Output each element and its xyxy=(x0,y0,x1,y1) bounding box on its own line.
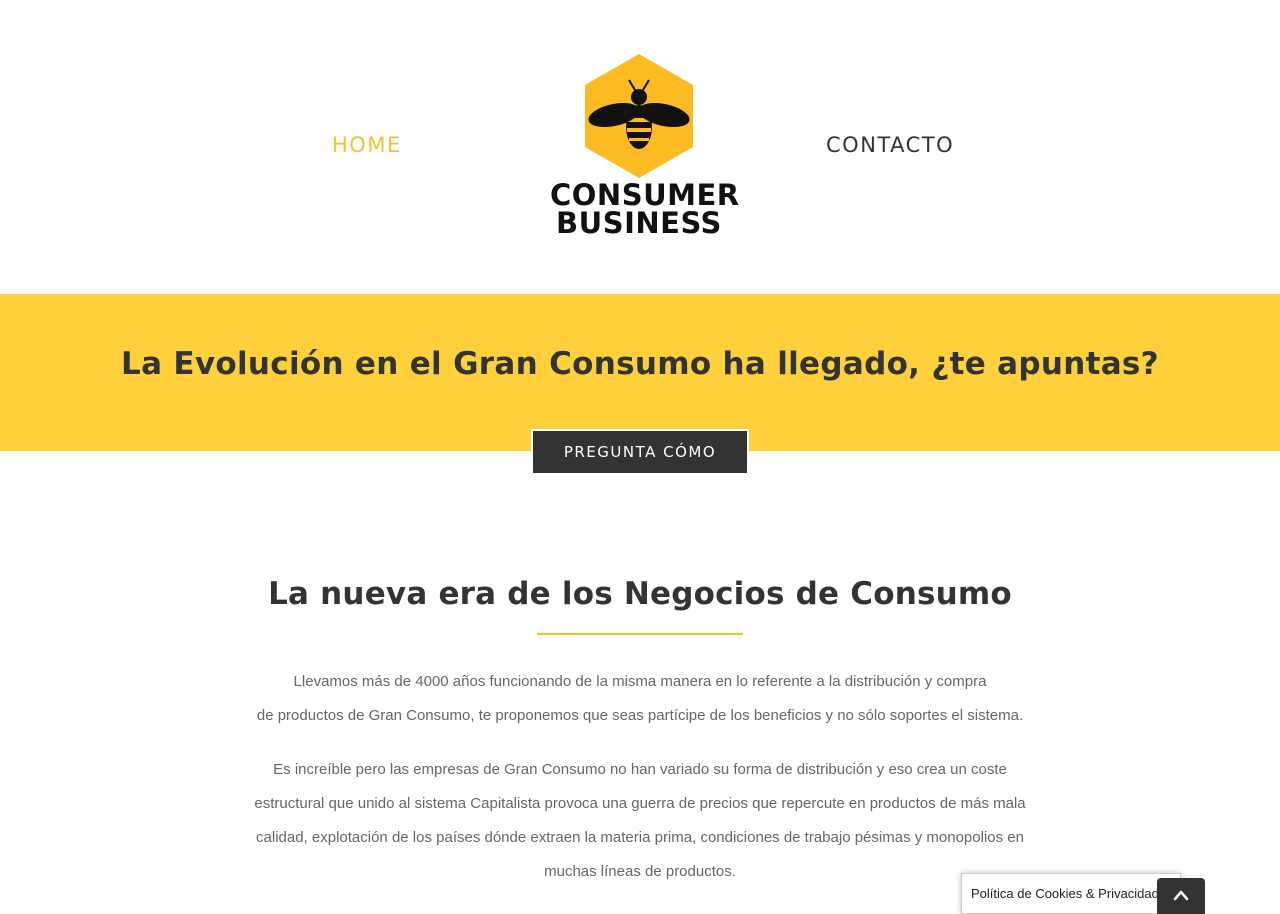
title-divider xyxy=(537,633,743,635)
section-title: La nueva era de los Negocios de Consumo xyxy=(268,576,1012,612)
back-to-top-button[interactable] xyxy=(1157,878,1205,914)
paragraph-line: Es increíble pero las empresas de Gran C… xyxy=(273,761,1007,778)
logo-text-line2: BUSINESS xyxy=(556,206,722,240)
site-logo[interactable]: CONSUMER BUSINESS xyxy=(550,52,739,240)
paragraph-line: estructural que unido al sistema Capital… xyxy=(254,795,1026,812)
nav-contact-link[interactable]: CONTACTO xyxy=(826,133,954,157)
bee-hexagon-icon xyxy=(585,54,693,178)
intro-paragraph-2: Es increíble pero las empresas de Gran C… xyxy=(190,753,1090,889)
paragraph-line: calidad, explotación de los países dónde… xyxy=(256,829,1024,846)
paragraph-line: Llevamos más de 4000 años funcionando de… xyxy=(293,673,987,690)
site-header: HOME CONSUMER BUSINESS CONTACTO xyxy=(0,0,1280,294)
paragraph-line: de productos de Gran Consumo, te propone… xyxy=(256,707,1024,724)
pregunta-como-button[interactable]: PREGUNTA CÓMO xyxy=(531,429,749,475)
banner-title: La Evolución en el Gran Consumo ha llega… xyxy=(121,346,1159,382)
intro-paragraph-1: Llevamos más de 4000 años funcionando de… xyxy=(190,665,1090,733)
cookie-policy-link[interactable]: Política de Cookies & Privacidad xyxy=(961,873,1181,914)
paragraph-line: muchas líneas de productos. xyxy=(544,863,736,880)
chevron-up-icon xyxy=(1173,890,1189,901)
nav-home-link[interactable]: HOME xyxy=(332,133,402,157)
